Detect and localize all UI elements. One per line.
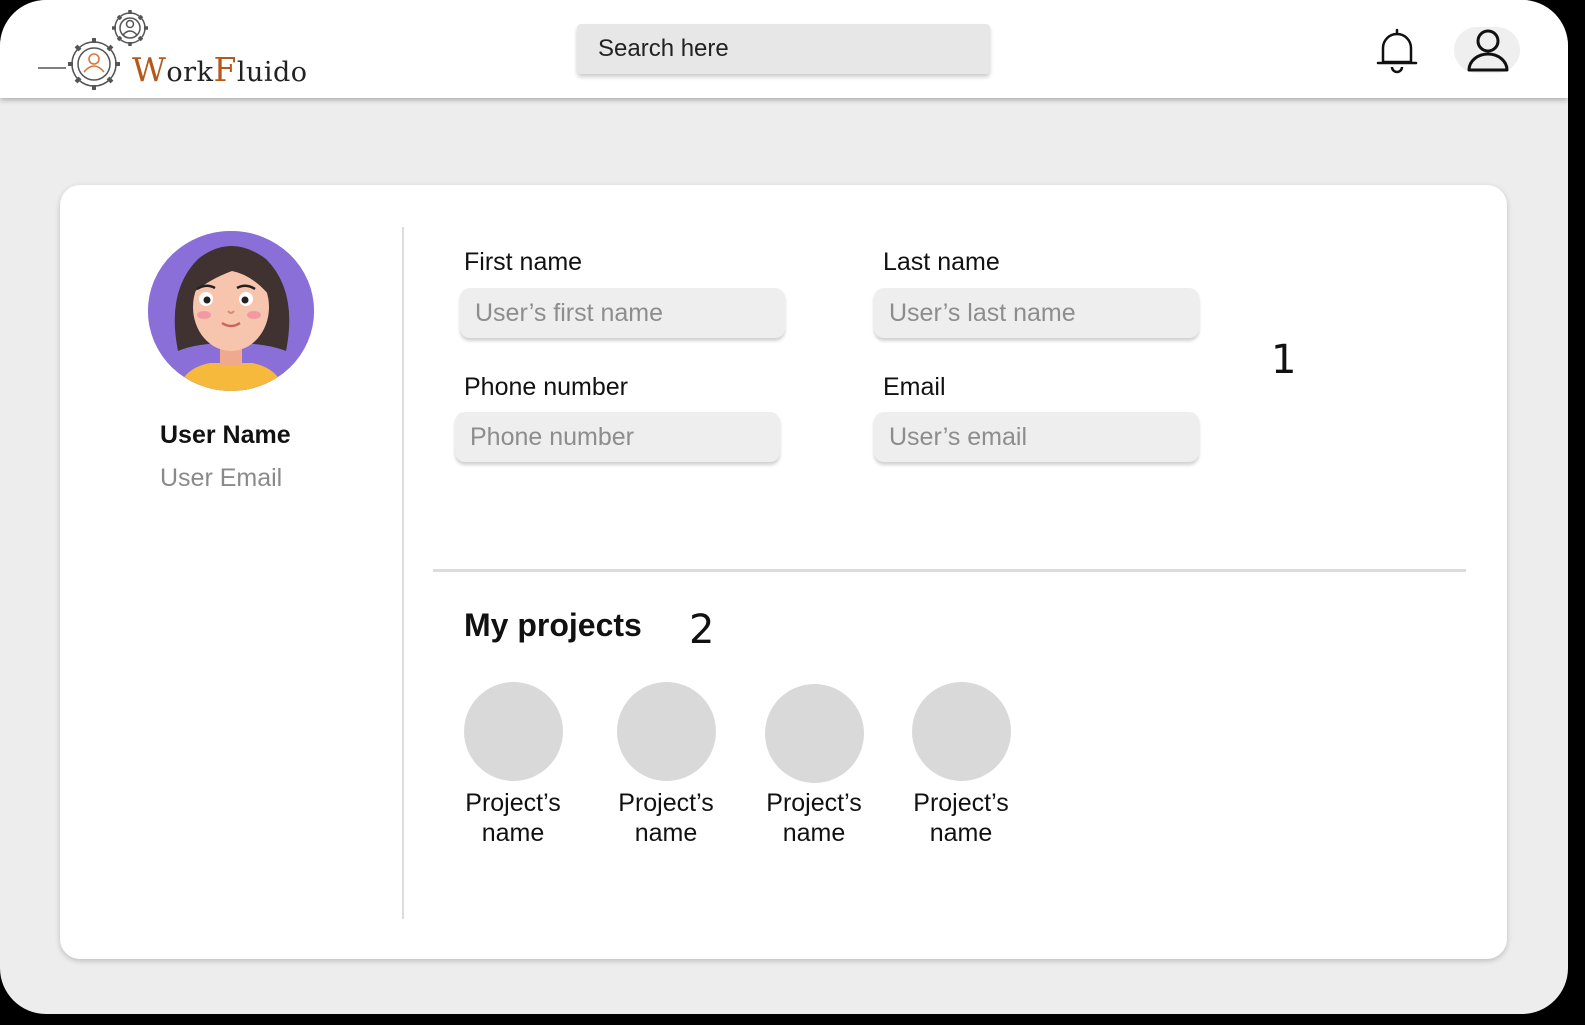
email-input[interactable] bbox=[874, 412, 1199, 462]
phone-input[interactable] bbox=[455, 412, 780, 462]
section-marker-2: 2 bbox=[689, 607, 715, 653]
logo-text-ork: ork bbox=[166, 57, 214, 88]
email-label: Email bbox=[883, 373, 946, 401]
vertical-divider bbox=[402, 227, 404, 919]
profile-card: User Name User Email First name Last nam… bbox=[60, 185, 1507, 959]
project-item[interactable]: Project’s name bbox=[901, 682, 1021, 848]
project-item[interactable]: Project’s name bbox=[453, 682, 573, 848]
section-marker-1: 1 bbox=[1271, 337, 1297, 383]
bell-icon bbox=[1376, 28, 1418, 74]
search-bar[interactable] bbox=[577, 24, 990, 74]
project-thumbnail[interactable] bbox=[463, 682, 563, 781]
project-thumbnail[interactable] bbox=[911, 682, 1011, 781]
project-name: Project’s name bbox=[766, 789, 862, 847]
notifications-button[interactable] bbox=[1374, 26, 1420, 74]
user-icon bbox=[1467, 29, 1509, 72]
first-name-label: First name bbox=[464, 248, 583, 276]
user-avatar[interactable] bbox=[148, 231, 314, 391]
project-item[interactable]: Project’s name bbox=[606, 682, 726, 848]
project-name: Project’s name bbox=[913, 789, 1009, 847]
top-bar: WorkFluido bbox=[0, 0, 1568, 98]
last-name-label: Last name bbox=[883, 248, 1000, 276]
logo-letter-f: F bbox=[213, 50, 237, 89]
profile-button[interactable] bbox=[1454, 27, 1520, 73]
project-item[interactable]: Project’s name bbox=[754, 684, 874, 848]
workfluido-logo[interactable]: WorkFluido bbox=[36, 6, 307, 96]
avatar-illustration bbox=[148, 231, 314, 391]
project-thumbnail[interactable] bbox=[764, 684, 864, 783]
project-name: Project’s name bbox=[465, 789, 561, 847]
project-name: Project’s name bbox=[618, 789, 714, 847]
phone-label: Phone number bbox=[464, 373, 629, 401]
first-name-input[interactable] bbox=[460, 288, 785, 338]
last-name-input[interactable] bbox=[874, 288, 1199, 338]
logo-wordmark: WorkFluido bbox=[132, 50, 308, 89]
user-name: User Name bbox=[160, 421, 291, 449]
user-email: User Email bbox=[160, 464, 283, 492]
search-input[interactable] bbox=[598, 35, 958, 63]
my-projects-title: My projects bbox=[464, 607, 642, 643]
project-thumbnail[interactable] bbox=[616, 682, 716, 781]
logo-text-luido: luido bbox=[236, 57, 308, 88]
horizontal-divider bbox=[433, 569, 1466, 572]
app-window: WorkFluido Search here User Name User Em… bbox=[0, 0, 1568, 1014]
logo-letter-w: W bbox=[132, 50, 167, 89]
